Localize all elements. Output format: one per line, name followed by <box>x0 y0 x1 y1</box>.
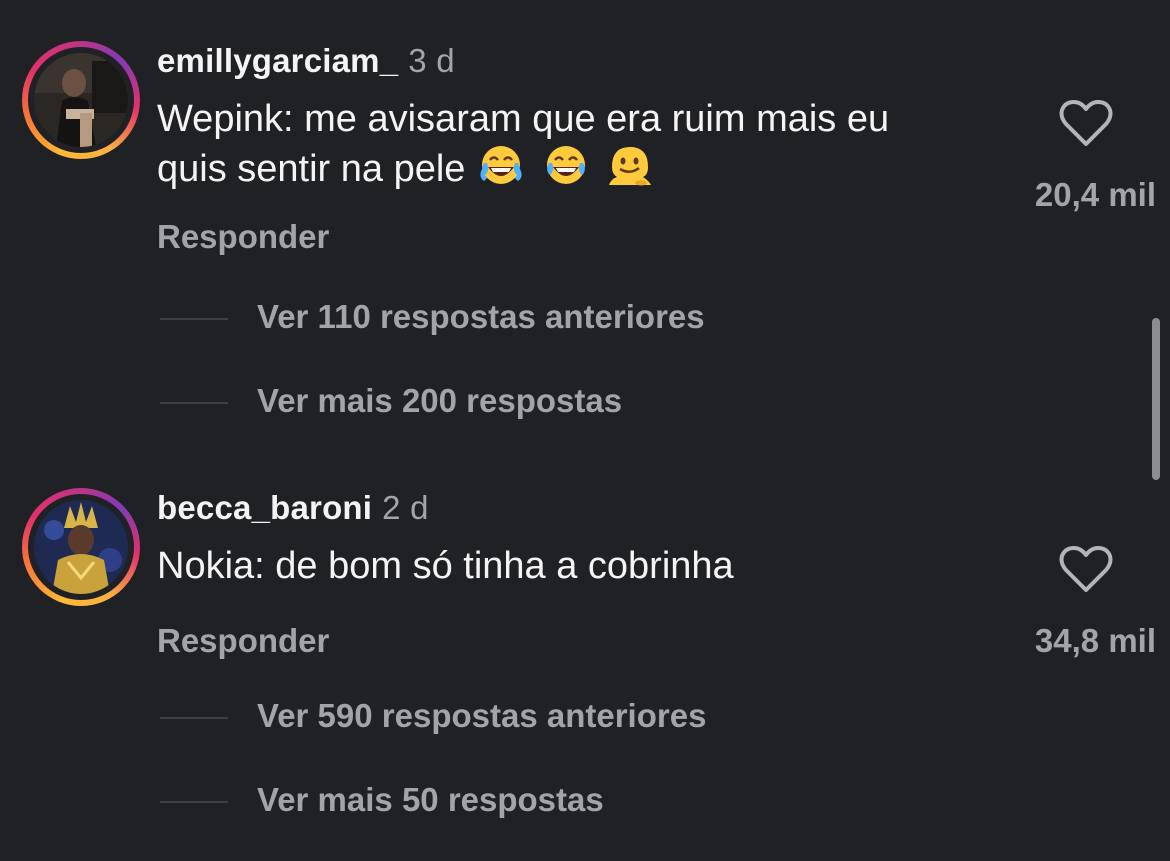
melting-face-emoji <box>609 147 652 186</box>
thread-divider <box>160 402 228 404</box>
comment-username[interactable]: emillygarciam_ 3 d <box>157 42 455 80</box>
view-previous-replies-label[interactable]: Ver 110 respostas anteriores <box>257 298 705 336</box>
thread-divider <box>160 318 228 320</box>
view-more-replies-label[interactable]: Ver mais 50 respostas <box>257 781 604 819</box>
comments-sheet: emillygarciam_ 3 d Wepink: me avisaram qu… <box>0 0 1170 861</box>
thread-divider <box>160 717 228 719</box>
heart-outline-icon[interactable] <box>1058 543 1114 595</box>
comment-text: Nokia: de bom só tinha a cobrinha <box>157 543 1017 590</box>
avatar <box>34 53 128 147</box>
comment-text: Wepink: me avisaram que era ruim mais eu… <box>157 96 1017 193</box>
comment-text-line-2-text: quis sentir na pele <box>157 148 466 190</box>
thread-divider <box>160 801 228 803</box>
comment-text-line-1: Wepink: me avisaram que era ruim mais eu <box>157 98 890 140</box>
comment-text-line-1: Nokia: de bom só tinha a cobrinha <box>157 545 734 587</box>
like-count: 20,4 mil <box>1034 176 1156 213</box>
avatar-story-ring[interactable] <box>22 488 140 606</box>
like-count: 34,8 mil <box>1034 622 1156 659</box>
scrollbar[interactable] <box>1152 318 1160 480</box>
view-more-replies-label[interactable]: Ver mais 200 respostas <box>257 382 622 420</box>
comment-time: 3 d <box>408 42 455 79</box>
avatar-story-ring[interactable] <box>22 41 140 159</box>
view-previous-replies-label[interactable]: Ver 590 respostas anteriores <box>257 697 706 735</box>
tears-of-joy-emoji <box>480 146 522 184</box>
reply-button[interactable]: Responder <box>157 218 329 256</box>
avatar <box>34 500 128 594</box>
reply-button[interactable]: Responder <box>157 622 329 660</box>
comment-text-line-2: quis sentir na pele <box>157 143 1017 193</box>
username-text[interactable]: becca_baroni <box>157 489 372 526</box>
heart-outline-icon[interactable] <box>1058 97 1114 149</box>
tears-of-joy-emoji <box>546 146 585 184</box>
comment-time: 2 d <box>382 489 429 526</box>
comment-username[interactable]: becca_baroni 2 d <box>157 489 429 527</box>
username-text[interactable]: emillygarciam_ <box>157 42 398 79</box>
